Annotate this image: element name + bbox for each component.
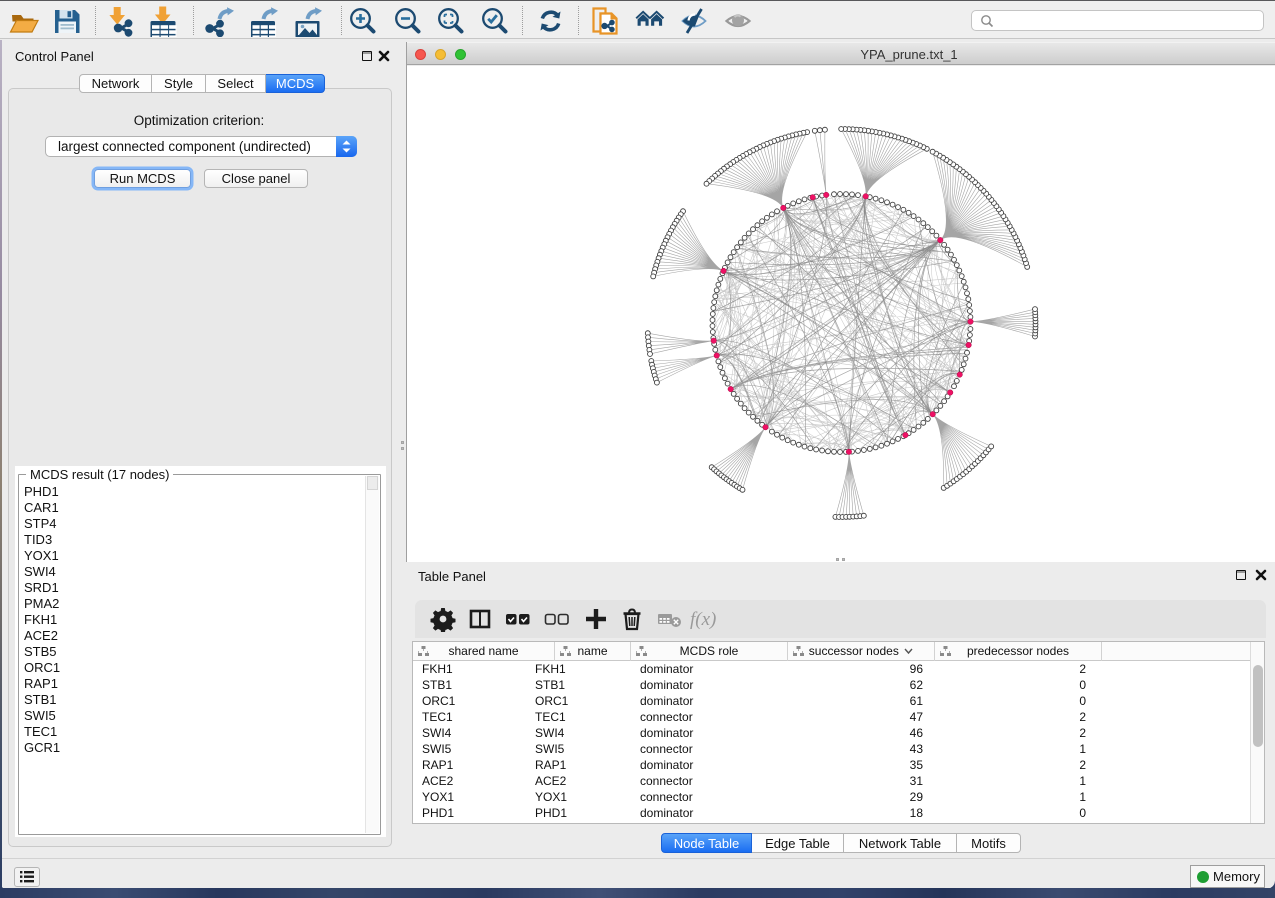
svg-text:f(x): f(x) [690, 609, 716, 630]
